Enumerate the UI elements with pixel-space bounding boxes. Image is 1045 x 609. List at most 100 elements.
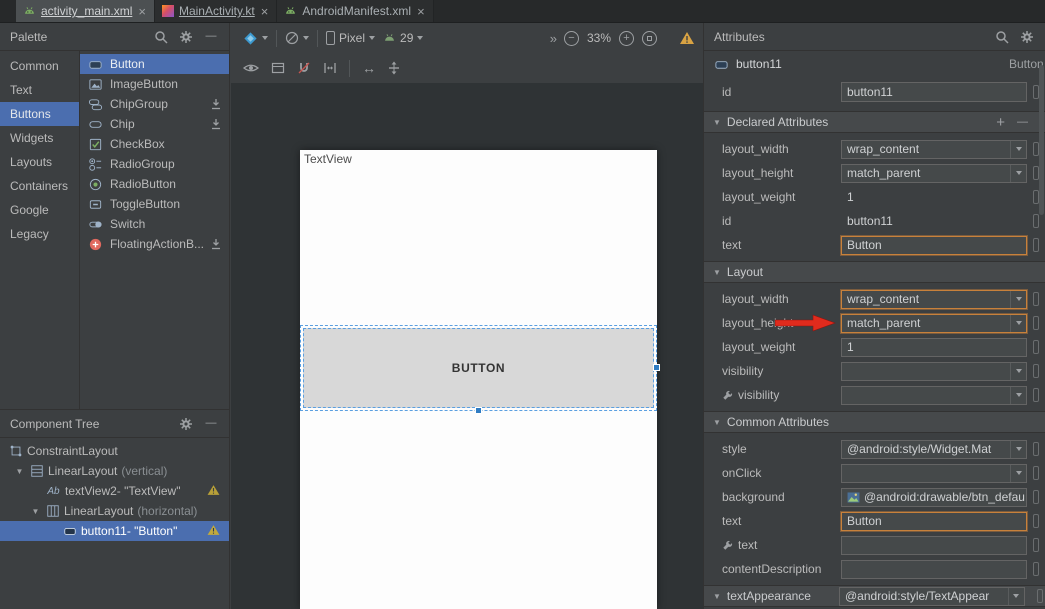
flag-toggle[interactable]: [1033, 364, 1039, 378]
tree-item-linearlayout-vertical[interactable]: ▼ LinearLayout(vertical): [0, 461, 229, 481]
palette-item-radiobutton[interactable]: RadioButton: [80, 174, 229, 194]
chevron-down-icon[interactable]: [1010, 165, 1026, 182]
zoom-out-button[interactable]: −: [564, 31, 579, 46]
tools-text-input[interactable]: [841, 536, 1027, 555]
warnings-button[interactable]: [679, 31, 695, 45]
flag-toggle[interactable]: [1033, 388, 1039, 402]
autoconnect-toggle[interactable]: [297, 61, 311, 75]
selected-linearlayout-region[interactable]: BUTTON: [300, 325, 657, 411]
tree-item-textview2[interactable]: Ab textView2- "TextView": [0, 481, 229, 501]
palette-item-togglebutton[interactable]: ToggleButton: [80, 194, 229, 214]
tab-activity-main-xml[interactable]: activity_main.xml ×: [16, 0, 155, 22]
chevron-down-icon[interactable]: [1010, 315, 1026, 332]
section-textappearance[interactable]: ▼ textAppearance @android:style/TextAppe…: [704, 585, 1045, 607]
flag-toggle[interactable]: [1037, 589, 1043, 603]
chevron-down-icon[interactable]: [1010, 465, 1026, 482]
design-canvas[interactable]: TextView BUTTON: [300, 150, 657, 609]
search-icon[interactable]: [994, 29, 1010, 45]
orientation-selector[interactable]: [285, 31, 309, 45]
tree-item-linearlayout-horizontal[interactable]: ▼ LinearLayout(horizontal): [0, 501, 229, 521]
textappearance-combo[interactable]: @android:style/TextAppear: [839, 587, 1025, 606]
flag-toggle[interactable]: [1033, 538, 1039, 552]
visibility-combo[interactable]: [841, 362, 1027, 381]
chevron-down-icon[interactable]: [1010, 363, 1026, 380]
gear-icon[interactable]: [178, 416, 194, 432]
flag-toggle[interactable]: [1033, 340, 1039, 354]
minimize-icon[interactable]: —: [203, 416, 219, 432]
section-layout[interactable]: ▼ Layout: [704, 261, 1045, 283]
chevron-down-icon[interactable]: [1010, 291, 1026, 308]
category-google[interactable]: Google: [0, 198, 79, 222]
chevron-down-icon[interactable]: [1010, 441, 1026, 458]
canvas-button[interactable]: BUTTON: [303, 328, 654, 408]
chevron-down-icon[interactable]: [1010, 387, 1026, 404]
palette-item-checkbox[interactable]: CheckBox: [80, 134, 229, 154]
palette-item-switch[interactable]: Switch: [80, 214, 229, 234]
palette-item-imagebutton[interactable]: ImageButton: [80, 74, 229, 94]
add-attribute-button[interactable]: +: [996, 115, 1005, 130]
section-declared-attributes[interactable]: ▼ Declared Attributes + —: [704, 111, 1045, 133]
palette-item-button[interactable]: Button: [80, 54, 229, 74]
remove-attribute-button[interactable]: —: [1017, 117, 1028, 128]
resize-handle-right[interactable]: [653, 364, 660, 371]
flag-toggle[interactable]: [1033, 490, 1039, 504]
flag-toggle[interactable]: [1033, 292, 1039, 306]
default-margins-button[interactable]: [323, 61, 337, 75]
flag-toggle[interactable]: [1033, 442, 1039, 456]
view-options-button[interactable]: [243, 62, 259, 74]
close-icon[interactable]: ×: [416, 5, 426, 18]
gear-icon[interactable]: [1019, 29, 1035, 45]
category-buttons[interactable]: Buttons: [0, 102, 79, 126]
resize-handle-bottom[interactable]: [475, 407, 482, 414]
download-icon[interactable]: [210, 238, 222, 250]
toolbar-overflow-chevron[interactable]: »: [550, 31, 556, 46]
tree-expand-icon[interactable]: ▼: [14, 467, 25, 476]
layout-height-combo[interactable]: match_parent: [841, 314, 1027, 333]
download-icon[interactable]: [210, 118, 222, 130]
flag-toggle[interactable]: [1033, 562, 1039, 576]
category-layouts[interactable]: Layouts: [0, 150, 79, 174]
expand-horizontal-button[interactable]: ↔: [362, 60, 376, 76]
layout-height-combo[interactable]: match_parent: [841, 164, 1027, 183]
style-combo[interactable]: @android:style/Widget.Mat: [841, 440, 1027, 459]
download-icon[interactable]: [210, 98, 222, 110]
tree-item-button11[interactable]: button11- "Button": [0, 521, 229, 541]
category-common[interactable]: Common: [0, 54, 79, 78]
canvas-textview[interactable]: TextView: [304, 152, 352, 166]
category-legacy[interactable]: Legacy: [0, 222, 79, 246]
section-expand-icon[interactable]: ▼: [713, 592, 721, 601]
flag-toggle[interactable]: [1033, 316, 1039, 330]
select-design-surface-button[interactable]: [271, 61, 285, 75]
align-vertical-button[interactable]: [388, 61, 400, 75]
minimize-icon[interactable]: —: [203, 29, 219, 45]
flag-toggle[interactable]: [1033, 514, 1039, 528]
palette-item-floatingactionbutton[interactable]: FloatingActionB...: [80, 234, 229, 254]
layout-weight-value[interactable]: 1: [841, 188, 1027, 207]
close-icon[interactable]: ×: [260, 5, 270, 18]
background-input[interactable]: @android:drawable/btn_defau: [841, 488, 1027, 507]
tree-expand-icon[interactable]: ▼: [30, 507, 41, 516]
scrollbar[interactable]: [1039, 65, 1044, 215]
tree-item-constraintlayout[interactable]: ConstraintLayout: [0, 441, 229, 461]
category-text[interactable]: Text: [0, 78, 79, 102]
id-value[interactable]: button11: [841, 212, 1027, 231]
zoom-to-fit-button[interactable]: [642, 31, 657, 46]
section-expand-icon[interactable]: ▼: [713, 418, 721, 427]
chevron-down-icon[interactable]: [1008, 588, 1024, 605]
tab-androidmanifest-xml[interactable]: AndroidManifest.xml ×: [277, 0, 433, 22]
gear-icon[interactable]: [178, 29, 194, 45]
text-input[interactable]: Button: [841, 236, 1027, 255]
section-common-attributes[interactable]: ▼ Common Attributes: [704, 411, 1045, 433]
design-mode-selector[interactable]: [243, 31, 268, 46]
onclick-combo[interactable]: [841, 464, 1027, 483]
tab-mainactivity-kt[interactable]: MainActivity.kt ×: [155, 0, 277, 22]
palette-item-chipgroup[interactable]: ChipGroup: [80, 94, 229, 114]
tools-visibility-combo[interactable]: [841, 386, 1027, 405]
id-input[interactable]: button11: [841, 82, 1027, 102]
flag-toggle[interactable]: [1033, 214, 1039, 228]
palette-item-chip[interactable]: Chip: [80, 114, 229, 134]
zoom-in-button[interactable]: +: [619, 31, 634, 46]
section-expand-icon[interactable]: ▼: [713, 268, 721, 277]
category-containers[interactable]: Containers: [0, 174, 79, 198]
layout-width-combo[interactable]: wrap_content: [841, 290, 1027, 309]
